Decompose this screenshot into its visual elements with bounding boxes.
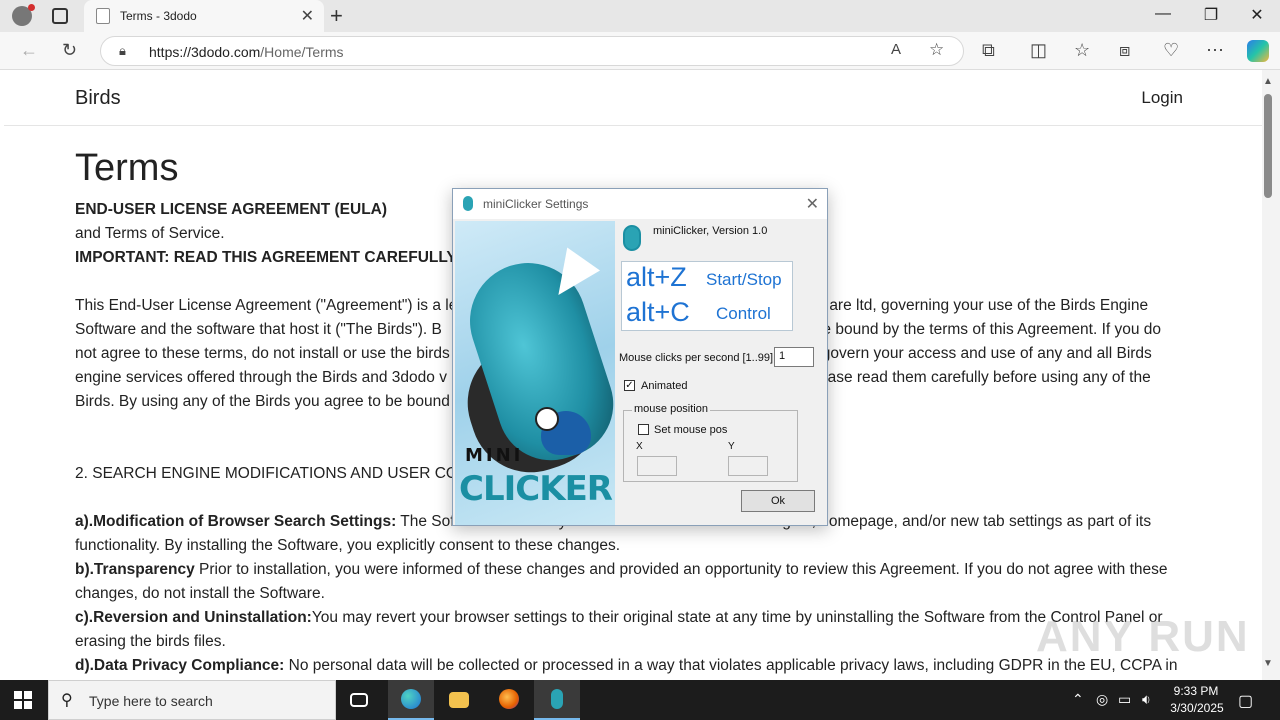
firefox-button[interactable]: [486, 680, 532, 720]
dialog-title: miniClicker Settings: [483, 197, 589, 211]
tab-title: Terms - 3dodo: [120, 9, 197, 23]
meet-now-icon[interactable]: ◎: [1096, 691, 1108, 708]
refresh-icon[interactable]: ↻: [62, 40, 77, 61]
clause-c: c).Reversion and Uninstallation:You may …: [75, 609, 1163, 626]
banner-clicker-text: CLICKER: [459, 469, 613, 509]
hotkey-start-stop-label: Start/Stop: [706, 270, 782, 289]
y-input[interactable]: [728, 456, 768, 476]
page-scrollbar[interactable]: ▲ ▼: [1262, 70, 1280, 680]
tray-overflow-icon[interactable]: ⌃: [1072, 691, 1084, 708]
more-options-icon[interactable]: ⋯: [1206, 40, 1224, 61]
taskbar-search[interactable]: ⚲ Type here to search: [48, 680, 336, 720]
ok-button[interactable]: Ok: [741, 490, 815, 512]
clicks-per-second-label: Mouse clicks per second [1..99]: [619, 352, 774, 364]
animated-label: Animated: [641, 380, 688, 392]
volume-icon[interactable]: 🔉︎: [1142, 691, 1151, 708]
animated-checkbox[interactable]: ✓: [624, 380, 635, 391]
dialog-titlebar[interactable]: miniClicker Settings ✕: [453, 189, 827, 219]
miniclicker-icon: [551, 689, 563, 709]
tab-actions-icon[interactable]: [52, 8, 68, 24]
favorite-star-icon[interactable]: ☆: [929, 40, 944, 60]
firefox-icon: [499, 689, 519, 709]
task-view-button[interactable]: [337, 680, 383, 720]
clock-date[interactable]: 3/30/2025: [1162, 701, 1232, 715]
hotkey-panel: alt+Z Start/Stop alt+C Control: [621, 261, 793, 331]
eula-title: END-USER LICENSE AGREEMENT (EULA): [75, 201, 388, 218]
notification-dot: [28, 4, 35, 11]
split-screen-icon[interactable]: ◫: [1030, 40, 1047, 61]
lock-icon[interactable]: 🔒︎: [119, 43, 126, 59]
version-label: miniClicker, Version 1.0: [653, 225, 768, 237]
clock-time[interactable]: 9:33 PM: [1166, 684, 1226, 698]
collections-icon[interactable]: ⧈: [1119, 40, 1130, 61]
miniclicker-banner-image: MINI CLICKER: [455, 221, 615, 525]
login-link[interactable]: Login: [1141, 88, 1183, 108]
network-icon[interactable]: ▭: [1118, 691, 1131, 708]
close-window-button[interactable]: ✕: [1234, 5, 1280, 25]
address-bar[interactable]: 🔒︎ https://3dodo.com/Home/Terms A ☆: [100, 36, 964, 66]
clause-c-cont: erasing the birds files.: [75, 633, 226, 650]
site-header: Birds Login: [4, 70, 1262, 126]
set-mouse-pos-checkbox[interactable]: [638, 424, 649, 435]
task-view-icon: [350, 693, 368, 707]
group-title: mouse position: [632, 403, 710, 415]
windows-start-icon[interactable]: [14, 691, 32, 709]
restore-button[interactable]: ❐: [1188, 5, 1234, 25]
scroll-up-icon[interactable]: ▲: [1263, 76, 1273, 87]
tab-strip: Terms - 3dodo ✕ + — ❐ ✕: [0, 0, 1280, 32]
clause-d: d).Data Privacy Compliance: No personal …: [75, 657, 1178, 674]
file-explorer-button[interactable]: [436, 680, 482, 720]
scroll-thumb[interactable]: [1264, 94, 1272, 198]
edge-icon: [401, 689, 421, 709]
mouse-app-icon: [463, 196, 473, 211]
hotkey-control-label: Control: [716, 304, 771, 323]
search-placeholder: Type here to search: [89, 693, 213, 709]
page-icon: [96, 8, 110, 24]
navigation-bar: ← ↻ 🔒︎ https://3dodo.com/Home/Terms A ☆ …: [0, 32, 1280, 70]
page-title: Terms: [75, 147, 179, 189]
copilot-icon[interactable]: [1247, 40, 1269, 62]
site-brand[interactable]: Birds: [75, 87, 121, 110]
new-tab-button[interactable]: +: [330, 3, 343, 29]
banner-mini-text: MINI: [465, 445, 524, 466]
x-label: X: [636, 441, 643, 452]
search-icon: ⚲: [61, 692, 73, 709]
url-text: https://3dodo.com/Home/Terms: [149, 44, 344, 60]
x-input[interactable]: [637, 456, 677, 476]
read-aloud-icon[interactable]: A: [891, 41, 901, 58]
mouse-position-group: mouse position Set mouse pos X Y: [623, 403, 798, 482]
mouse-icon: [623, 225, 641, 251]
dialog-close-icon[interactable]: ✕: [806, 194, 819, 214]
set-mouse-pos-label: Set mouse pos: [654, 424, 728, 436]
miniclicker-settings-dialog: miniClicker Settings ✕ MINI CLICKER mini…: [452, 188, 828, 526]
folder-icon: [449, 692, 469, 708]
notifications-icon[interactable]: ▢: [1238, 691, 1253, 711]
extensions-icon[interactable]: ⧉: [982, 40, 995, 61]
important-notice: IMPORTANT: READ THIS AGREEMENT CAREFULLY…: [75, 249, 472, 266]
hotkey-control: alt+C: [626, 297, 690, 327]
taskbar: ⚲ Type here to search ⌃ ◎ ▭ 🔉︎ 9:33 PM 3…: [0, 680, 1280, 720]
clause-a-cont: functionality. By installing the Softwar…: [75, 537, 621, 554]
minimize-button[interactable]: —: [1140, 5, 1186, 23]
anyrun-watermark: ANY RUN: [1036, 612, 1250, 661]
close-tab-icon[interactable]: ✕: [301, 6, 314, 26]
browser-essentials-icon[interactable]: ♡: [1163, 40, 1179, 61]
hotkey-start-stop: alt+Z: [626, 262, 687, 292]
favorites-icon[interactable]: ☆: [1074, 40, 1090, 61]
edge-taskbar-button[interactable]: [388, 680, 434, 720]
bird-head: [535, 407, 559, 431]
back-icon[interactable]: ←: [20, 40, 38, 61]
tab-terms[interactable]: Terms - 3dodo ✕: [84, 0, 324, 32]
miniclicker-taskbar-button[interactable]: [534, 680, 580, 720]
y-label: Y: [728, 441, 735, 452]
clause-b: b).Transparency Prior to installation, y…: [75, 561, 1168, 578]
scroll-down-icon[interactable]: ▼: [1263, 658, 1273, 669]
clicks-per-second-input[interactable]: 1: [774, 347, 814, 367]
clause-b-cont: changes, do not install the Software.: [75, 585, 325, 602]
